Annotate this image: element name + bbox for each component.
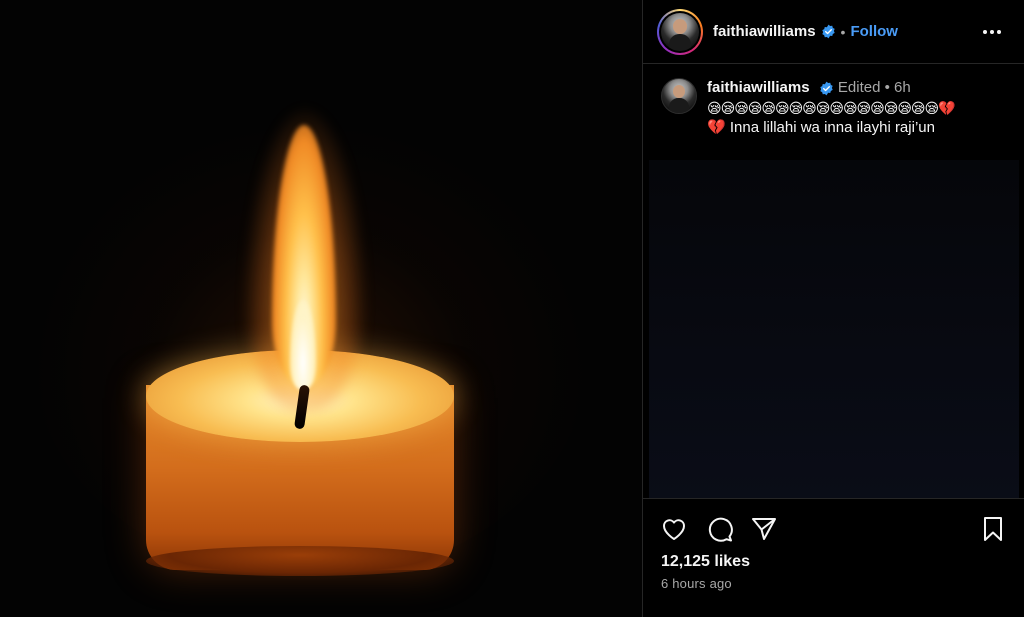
divider: [643, 498, 1024, 499]
follow-button[interactable]: Follow: [850, 23, 898, 40]
bookmark-icon[interactable]: [978, 514, 1008, 544]
action-bar: [643, 510, 1024, 548]
caption-text: faithiawilliams Edited • 6h 😪😪😪😪😪😪😪😪😪😪😪😪…: [707, 78, 1007, 138]
caption-separator: •: [884, 79, 890, 96]
edited-label: Edited: [837, 79, 881, 96]
comments-area: [649, 160, 1019, 498]
comment-icon[interactable]: [705, 514, 735, 544]
avatar: [661, 12, 699, 51]
caption-emoji-line: 😪😪😪😪😪😪😪😪😪😪😪😪😪😪😪😪😪💔: [707, 100, 956, 116]
instagram-post: faithiawilliams • Follow faithiawilliams…: [0, 0, 1024, 617]
header-separator: •: [840, 23, 846, 40]
post-header: faithiawilliams • Follow: [643, 0, 1024, 64]
post-side-panel: faithiawilliams • Follow faithiawilliams…: [642, 0, 1024, 617]
more-options-icon[interactable]: [978, 18, 1006, 46]
likes-count[interactable]: 12,125 likes: [661, 553, 750, 571]
caption-avatar[interactable]: [661, 78, 697, 114]
send-icon[interactable]: [749, 514, 779, 544]
caption-age: 6h: [894, 79, 911, 96]
post-image[interactable]: [0, 0, 642, 617]
verified-badge-icon: [819, 81, 834, 96]
caption-message: 💔 Inna lillahi wa inna ilayhi raji’un: [707, 119, 935, 136]
caption-username[interactable]: faithiawilliams: [707, 79, 810, 96]
caption: faithiawilliams Edited • 6h 😪😪😪😪😪😪😪😪😪😪😪😪…: [661, 78, 1011, 138]
heart-icon[interactable]: [659, 514, 689, 544]
verified-badge-icon: [821, 24, 836, 39]
story-ring[interactable]: [657, 8, 703, 55]
candle-image: [0, 0, 642, 617]
post-timestamp[interactable]: 6 hours ago: [661, 576, 732, 591]
header-username[interactable]: faithiawilliams: [713, 23, 816, 40]
